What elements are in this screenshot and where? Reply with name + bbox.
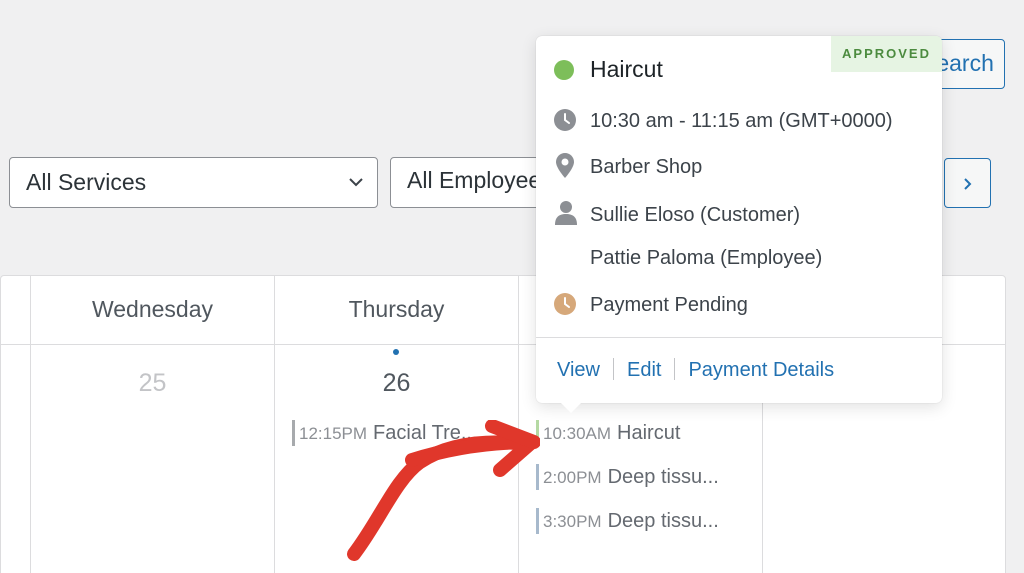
status-badge: APPROVED bbox=[831, 36, 942, 72]
event-title: Haircut bbox=[617, 422, 681, 444]
payment-details-link[interactable]: Payment Details bbox=[688, 359, 834, 381]
view-link[interactable]: View bbox=[557, 359, 600, 381]
event-time: 2:00PM bbox=[543, 468, 602, 487]
day-header-thursday: Thursday bbox=[348, 296, 445, 322]
popover-arrow bbox=[561, 403, 581, 413]
appointment-location: Barber Shop bbox=[590, 156, 703, 178]
employees-select-value: All Employees bbox=[407, 167, 553, 193]
appointment-employee: Pattie Paloma (Employee) bbox=[590, 247, 823, 269]
status-dot-icon bbox=[554, 60, 574, 80]
edit-link[interactable]: Edit bbox=[627, 359, 661, 381]
event-color-bar bbox=[292, 420, 295, 446]
appointment-popover: APPROVED Haircut 10:30 am - 11:15 am (GM… bbox=[536, 36, 942, 413]
popover-divider bbox=[536, 337, 942, 338]
chevron-down-icon bbox=[349, 178, 363, 187]
day-header-wednesday: Wednesday bbox=[91, 296, 214, 322]
event-time: 3:30PM bbox=[543, 512, 602, 531]
payment-clock-icon bbox=[554, 293, 576, 315]
calendar-event[interactable]: 2:00PM Deep tissu... bbox=[536, 463, 756, 491]
popover-actions: View Edit Payment Details bbox=[557, 358, 834, 382]
appointment-time: 10:30 am - 11:15 am (GMT+0000) bbox=[590, 110, 893, 132]
event-title: Deep tissu... bbox=[607, 466, 719, 488]
chevron-right-icon bbox=[964, 178, 972, 190]
services-select-value: All Services bbox=[26, 169, 147, 195]
user-icon bbox=[555, 201, 577, 225]
today-indicator bbox=[393, 349, 399, 355]
calendar-event[interactable]: 10:30AM Haircut bbox=[536, 419, 756, 447]
payment-status: Payment Pending bbox=[590, 294, 748, 316]
day-number-26[interactable]: 26 bbox=[275, 369, 518, 398]
location-pin-icon bbox=[556, 153, 574, 178]
event-title: Deep tissu... bbox=[607, 510, 719, 532]
clock-icon bbox=[554, 109, 576, 131]
annotation-arrow-icon bbox=[347, 420, 540, 561]
day-number-25[interactable]: 25 bbox=[31, 369, 274, 398]
calendar-event[interactable]: 3:30PM Deep tissu... bbox=[536, 507, 756, 535]
action-separator bbox=[674, 358, 676, 380]
appointment-customer: Sullie Eloso (Customer) bbox=[590, 204, 801, 226]
action-separator bbox=[613, 358, 614, 380]
services-select[interactable]: All Services bbox=[9, 157, 378, 208]
next-week-button[interactable] bbox=[944, 158, 991, 208]
appointment-title: Haircut bbox=[590, 56, 663, 82]
event-time: 10:30AM bbox=[543, 424, 612, 443]
